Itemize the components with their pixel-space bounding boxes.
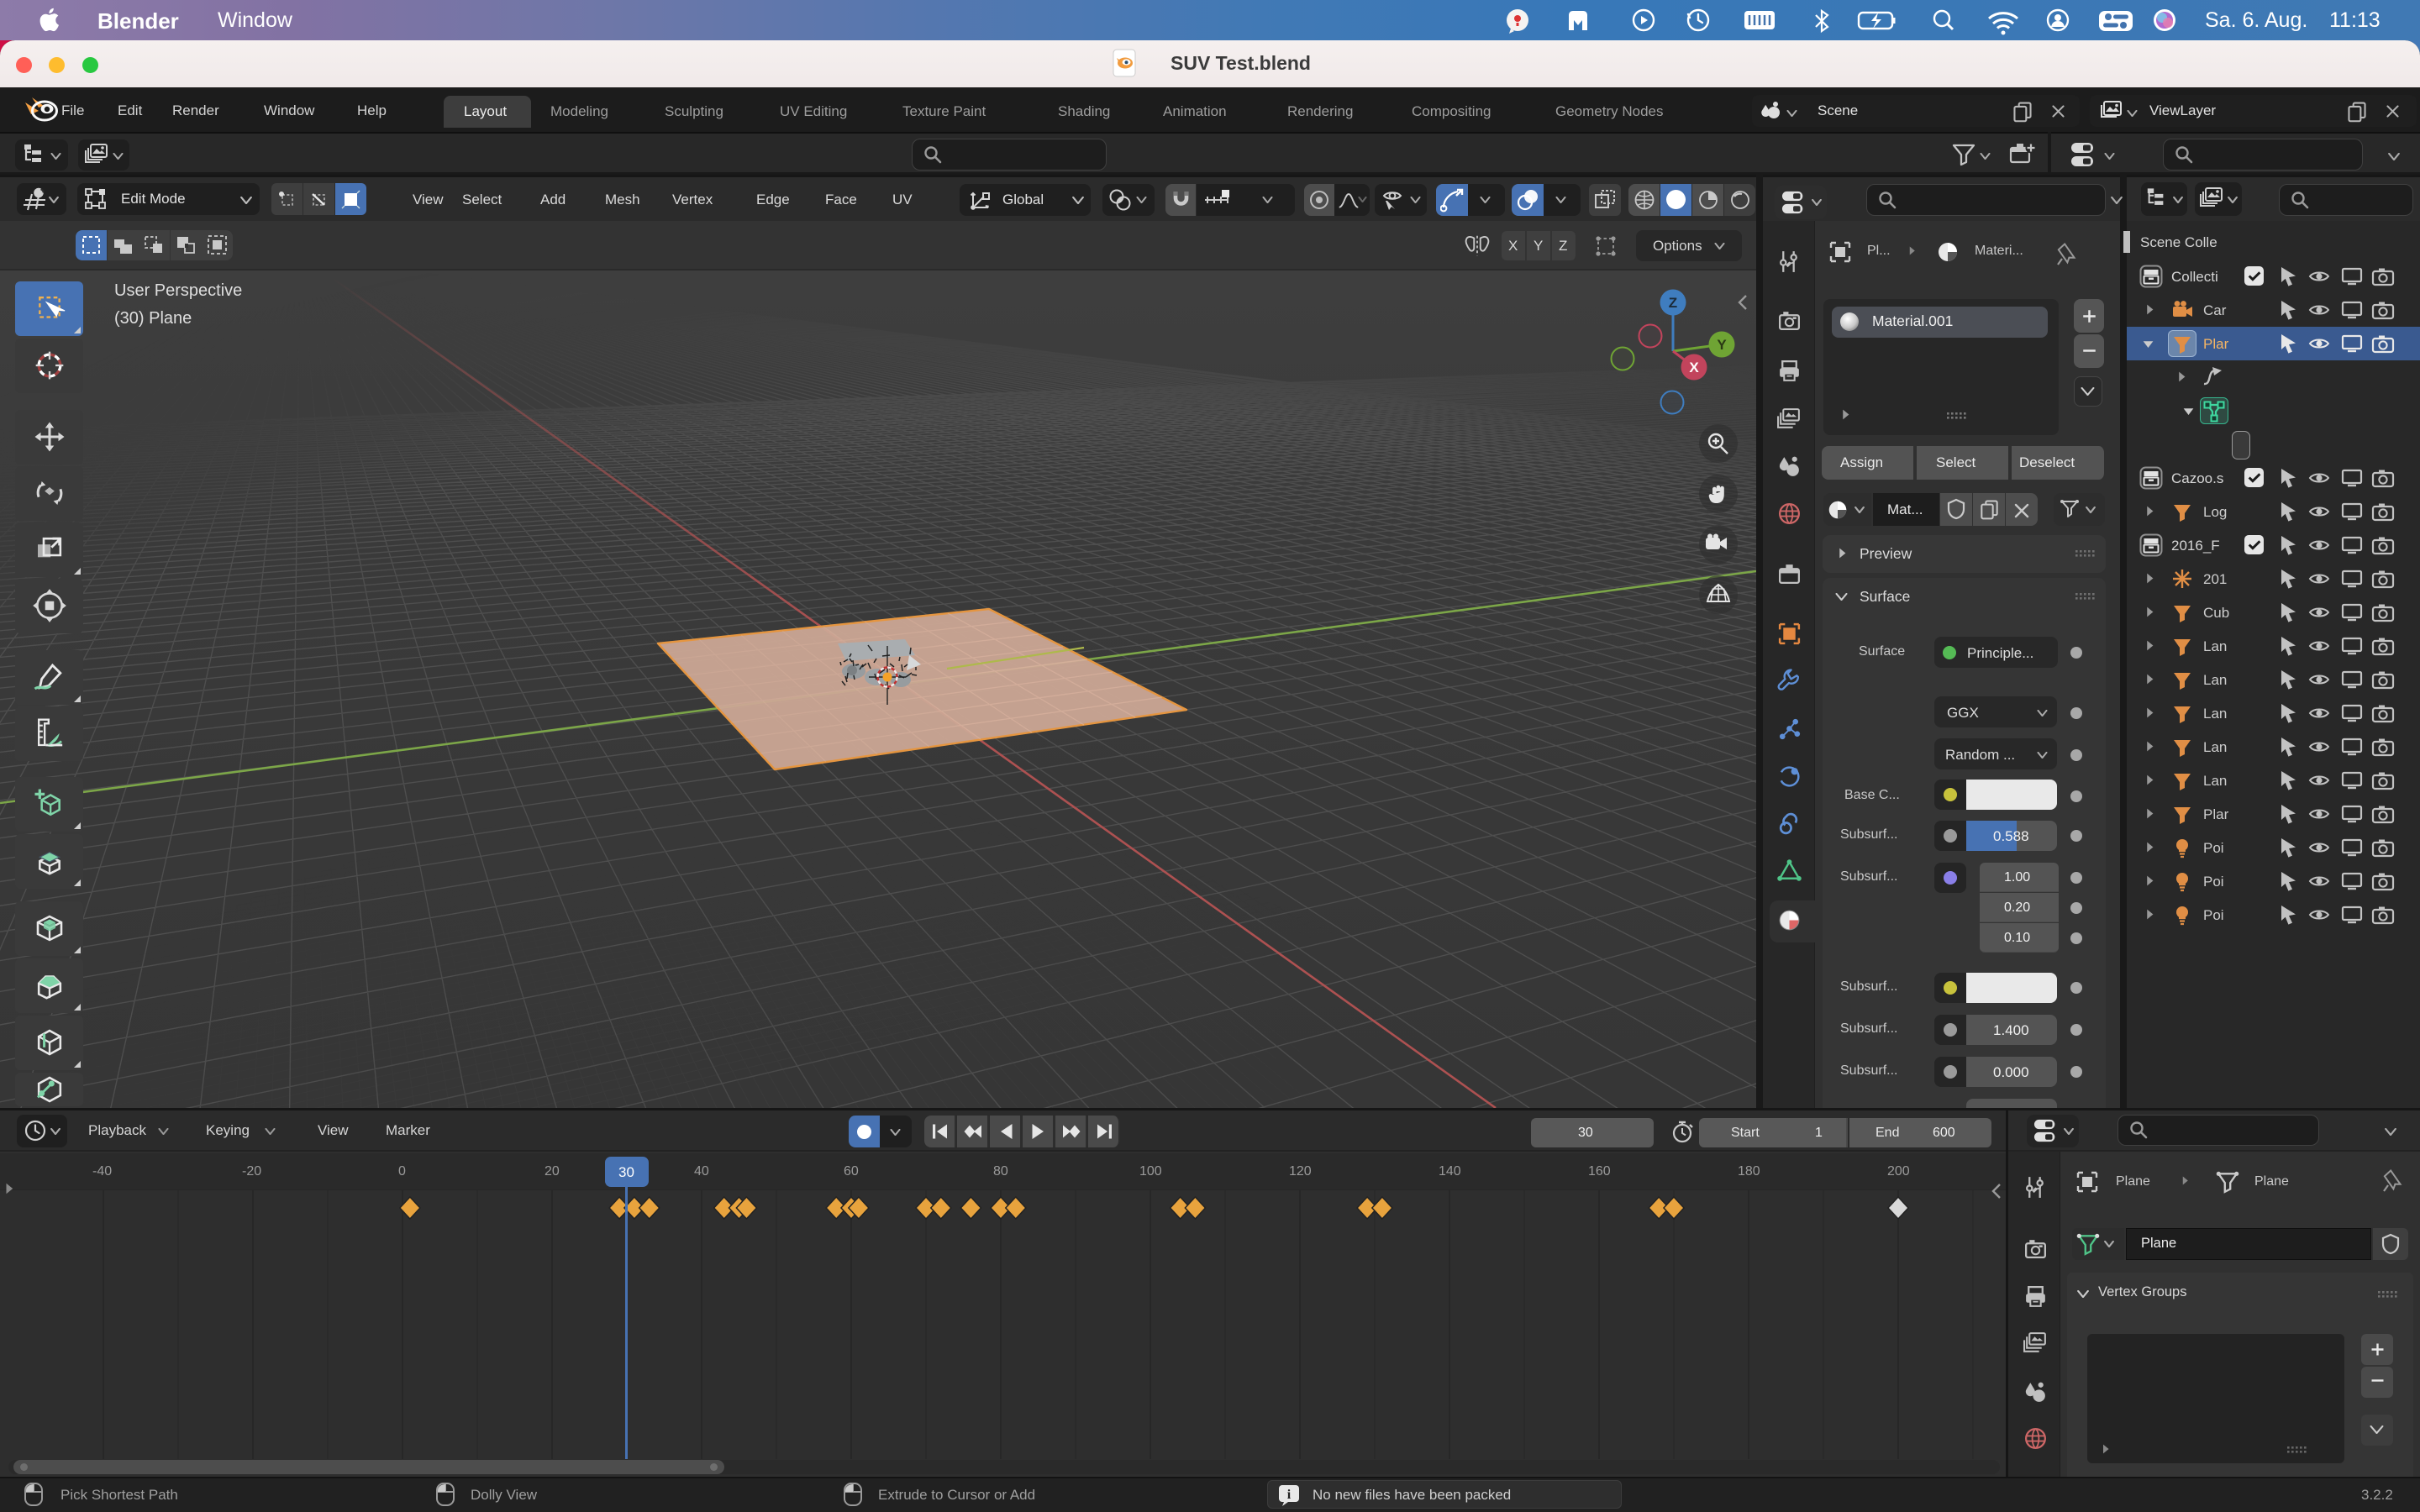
svg-text:i: i (1287, 1488, 1292, 1502)
